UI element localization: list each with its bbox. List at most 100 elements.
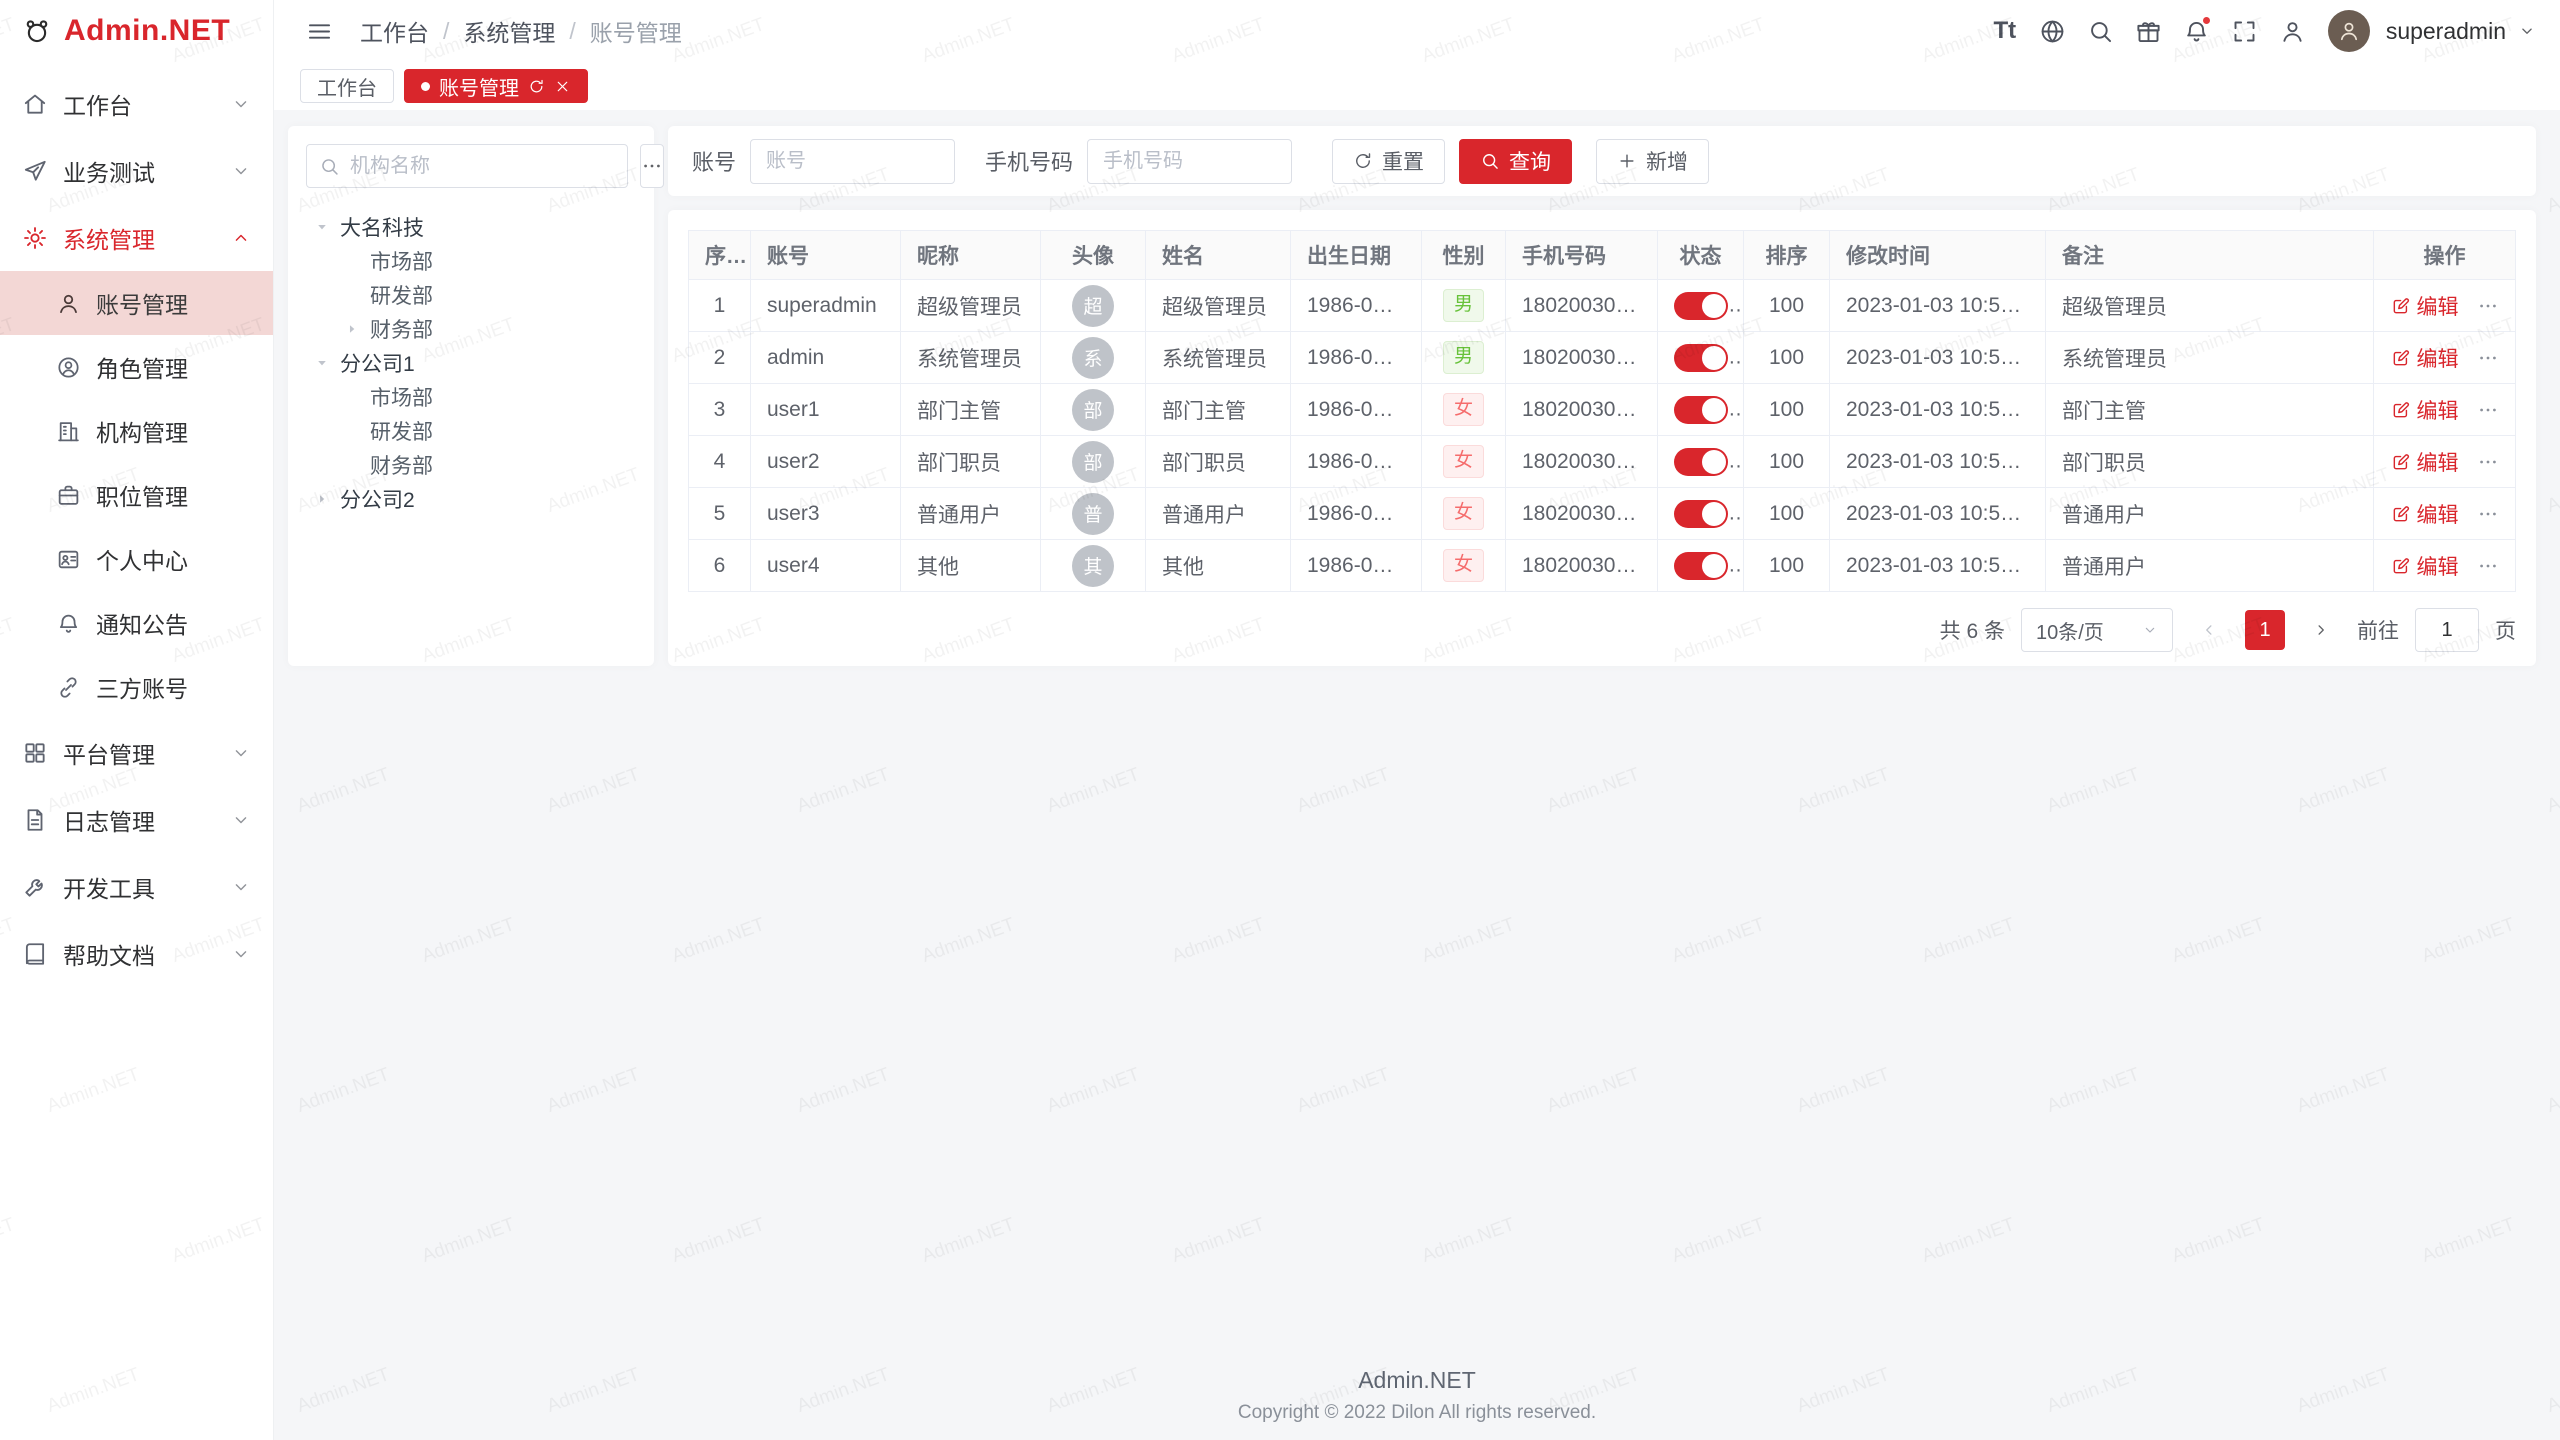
row-more-button[interactable] [2477,503,2499,525]
row-avatar: 部 [1072,441,1114,483]
phone-input[interactable] [1087,139,1292,184]
edit-button[interactable]: 编辑 [2391,447,2459,477]
hamburger-icon[interactable] [298,10,340,52]
breadcrumb-item[interactable]: 工作台 [360,14,429,48]
table-row: 6 user4 其他 其 其他 1986-06-28 女 18020030720… [689,540,2516,592]
user-avatar[interactable] [2328,10,2370,52]
username[interactable]: superadmin [2386,18,2506,45]
tree-node[interactable]: 分公司1 [306,346,636,380]
chevron-left-icon [2200,621,2218,639]
edit-button[interactable]: 编辑 [2391,551,2459,581]
sidebar-subitem[interactable]: 个人中心 [0,527,273,591]
breadcrumb-item[interactable]: 系统管理 [463,14,555,48]
more-icon [2477,295,2499,317]
tree-node[interactable]: 财务部 [306,448,636,482]
row-more-button[interactable] [2477,295,2499,317]
accounts-table: 序号账号昵称头像姓名出生日期性别手机号码状态排序修改时间备注操作 1 super… [688,230,2516,592]
cell-nickname: 部门职员 [901,436,1041,488]
gift-icon[interactable] [2128,10,2170,52]
tree-node[interactable]: 市场部 [306,244,636,278]
tree-node[interactable]: 研发部 [306,414,636,448]
sidebar: Admin.NET 工作台业务测试系统管理账号管理角色管理机构管理职位管理个人中… [0,0,274,1440]
edit-button[interactable]: 编辑 [2391,291,2459,321]
sidebar-subitem[interactable]: 通知公告 [0,591,273,655]
table-header: 序号账号昵称头像姓名出生日期性别手机号码状态排序修改时间备注操作 [689,231,2516,280]
sidebar-subitem[interactable]: 角色管理 [0,335,273,399]
cell-order: 100 [1744,488,1830,540]
sidebar-item-label: 工作台 [63,87,216,121]
tree-node[interactable]: 分公司2 [306,482,636,516]
tree-node[interactable]: 财务部 [306,312,636,346]
row-avatar: 超 [1072,285,1114,327]
tab-account-management[interactable]: 账号管理 [404,69,588,103]
cell-account: admin [751,332,901,384]
chevron-down-icon [231,944,251,964]
pagination: 共 6 条 10条/页 1 前往 页 [688,608,2516,652]
tree-node[interactable]: 大名科技 [306,210,636,244]
caret-icon [312,353,332,373]
status-toggle[interactable] [1674,500,1728,528]
cell-account: superadmin [751,280,901,332]
cell-actions: 编辑 [2374,332,2516,384]
edit-button[interactable]: 编辑 [2391,343,2459,373]
page-size-select[interactable]: 10条/页 [2021,608,2173,652]
goto-page-input[interactable] [2415,608,2479,652]
globe-icon[interactable] [2032,10,2074,52]
tree-node-label: 市场部 [370,382,433,412]
account-input[interactable] [750,139,955,184]
fullscreen-icon[interactable] [2224,10,2266,52]
sidebar-item[interactable]: 业务测试 [0,137,273,204]
row-more-button[interactable] [2477,399,2499,421]
search-icon [1480,151,1500,171]
sidebar-item[interactable]: 日志管理 [0,786,273,853]
table-row: 2 admin 系统管理员 系 系统管理员 1986-06-28 男 18020… [689,332,2516,384]
tab-close-icon[interactable] [554,78,571,95]
logo[interactable]: Admin.NET [0,0,273,62]
search-icon[interactable] [2080,10,2122,52]
status-toggle[interactable] [1674,344,1728,372]
sidebar-item[interactable]: 系统管理 [0,204,273,271]
breadcrumb-separator: / [443,18,449,45]
row-more-button[interactable] [2477,451,2499,473]
row-more-button[interactable] [2477,555,2499,577]
gender-badge: 男 [1443,289,1484,322]
tree-node[interactable]: 研发部 [306,278,636,312]
tree-node[interactable]: 市场部 [306,380,636,414]
sidebar-item[interactable]: 平台管理 [0,719,273,786]
font-size-icon[interactable]: Tt [1984,10,2026,52]
row-more-button[interactable] [2477,347,2499,369]
tree-node-label: 研发部 [370,416,433,446]
prev-page-button[interactable] [2189,610,2229,650]
sidebar-item[interactable]: 帮助文档 [0,920,273,987]
person-icon[interactable] [2272,10,2314,52]
gender-badge: 女 [1443,445,1484,478]
sidebar-subitem[interactable]: 三方账号 [0,655,273,719]
sidebar-subitem[interactable]: 机构管理 [0,399,273,463]
chevron-down-icon[interactable] [2518,22,2536,40]
add-button[interactable]: 新增 [1596,139,1709,184]
status-toggle[interactable] [1674,396,1728,424]
reset-button[interactable]: 重置 [1332,139,1445,184]
profile-icon [56,547,81,572]
status-toggle[interactable] [1674,552,1728,580]
sidebar-subitem[interactable]: 职位管理 [0,463,273,527]
sidebar-item[interactable]: 工作台 [0,70,273,137]
tab-workbench[interactable]: 工作台 [300,69,394,103]
current-page-button[interactable]: 1 [2245,610,2285,650]
search-button[interactable]: 查询 [1459,139,1572,184]
notification-bell-icon[interactable] [2176,10,2218,52]
sidebar-subitem[interactable]: 账号管理 [0,271,273,335]
org-more-button[interactable] [640,144,664,188]
notification-badge-dot [2201,15,2212,26]
edit-button[interactable]: 编辑 [2391,499,2459,529]
tab-refresh-icon[interactable] [528,78,545,95]
org-tree-toolbar [306,144,636,188]
goto-suffix: 页 [2495,615,2516,645]
edit-button[interactable]: 编辑 [2391,395,2459,425]
org-search-input[interactable] [350,155,615,178]
sidebar-item[interactable]: 开发工具 [0,853,273,920]
next-page-button[interactable] [2301,610,2341,650]
status-toggle[interactable] [1674,448,1728,476]
status-toggle[interactable] [1674,292,1728,320]
footer: Admin.NET Copyright © 2022 Dilon All rig… [274,1367,2560,1424]
